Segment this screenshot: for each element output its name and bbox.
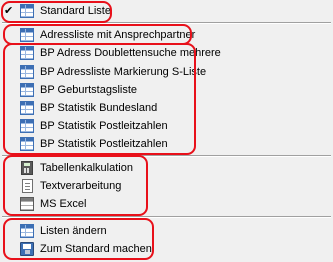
menu-item-label: Standard Liste <box>40 5 111 17</box>
menu-item-label: Listen ändern <box>40 225 107 237</box>
menu-item-label: BP Adressliste Markierung S-Liste <box>40 66 207 78</box>
table-icon <box>20 28 34 42</box>
menu-item-label: BP Statistik Postleitzahlen <box>40 138 168 150</box>
table-icon <box>20 137 34 151</box>
menu-item-tabellenkalkulation[interactable]: Tabellenkalkulation <box>0 159 333 177</box>
table-icon <box>20 119 34 133</box>
menu-item-label: Textverarbeitung <box>40 180 122 192</box>
menu-item-list[interactable]: BP Statistik Bundesland <box>0 99 333 117</box>
table-icon <box>20 224 34 238</box>
save-icon <box>20 242 34 256</box>
menu-item-label: BP Statistik Postleitzahlen <box>40 120 168 132</box>
menu-item-list[interactable]: BP Statistik Postleitzahlen <box>0 117 333 135</box>
table-icon <box>20 4 34 18</box>
menu-item-label: MS Excel <box>40 198 87 210</box>
menu-item-standard-liste[interactable]: ✔ Standard Liste <box>0 2 333 20</box>
menu-item-textverarbeitung[interactable]: Textverarbeitung <box>0 177 333 195</box>
menu-item-label: Zum Standard machen <box>40 243 152 255</box>
menu-item-list[interactable]: BP Adressliste Markierung S-Liste <box>0 63 333 81</box>
menu-item-label: BP Statistik Bundesland <box>40 102 158 114</box>
menu-item-list[interactable]: BP Geburtstagsliste <box>0 81 333 99</box>
menu-item-list[interactable]: BP Adress Doublettensuche mehrere <box>0 44 333 62</box>
menu-item-ms-excel[interactable]: MS Excel <box>0 195 333 213</box>
menu-item-label: Adressliste mit Ansprechpartner <box>40 29 196 41</box>
menu-item-list[interactable]: BP Statistik Postleitzahlen <box>0 135 333 153</box>
menu-item-label: Tabellenkalkulation <box>40 162 133 174</box>
menu-item-list[interactable]: Adressliste mit Ansprechpartner <box>0 26 333 44</box>
table-icon <box>20 46 34 60</box>
table-icon <box>20 83 34 97</box>
table-icon <box>20 101 34 115</box>
checkmark-icon: ✔ <box>4 4 14 17</box>
table-icon <box>20 65 34 79</box>
menu-separator <box>2 155 331 157</box>
menu-separator <box>2 22 331 24</box>
context-menu: ✔ Standard Liste Adressliste mit Ansprec… <box>0 0 333 262</box>
menu-item-listen-aendern[interactable]: Listen ändern <box>0 222 333 240</box>
spreadsheet-icon <box>20 197 34 211</box>
menu-item-label: BP Geburtstagsliste <box>40 84 138 96</box>
document-icon <box>22 179 33 193</box>
menu-item-label: BP Adress Doublettensuche mehrere <box>40 47 221 59</box>
menu-separator <box>2 216 331 218</box>
menu-item-zum-standard-machen[interactable]: Zum Standard machen <box>0 240 333 258</box>
calculator-icon <box>21 161 33 175</box>
